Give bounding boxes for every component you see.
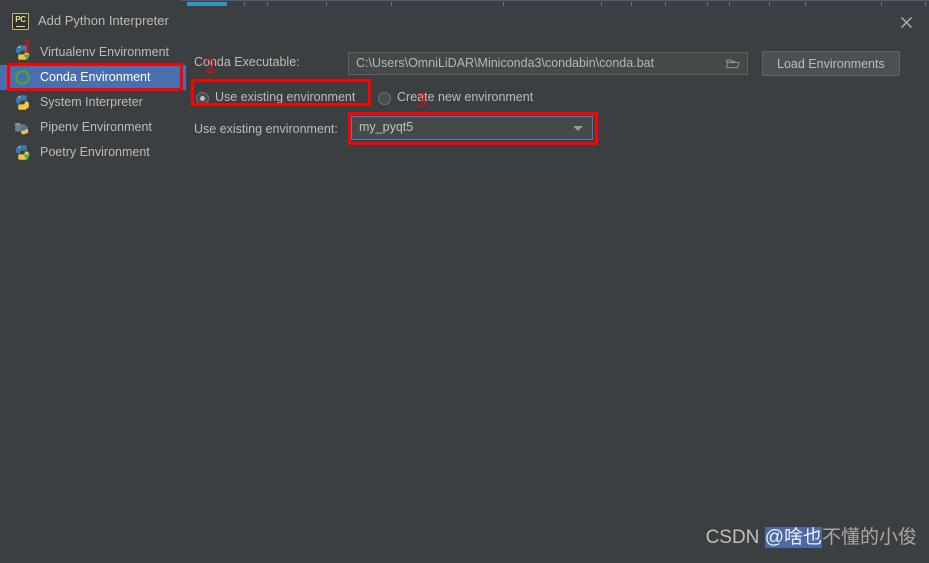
close-icon[interactable] <box>893 10 919 34</box>
use-existing-environment-radio[interactable]: Use existing environment <box>196 90 355 105</box>
add-python-interpreter-dialog: PC Add Python Interpreter Virtualenv Env… <box>0 6 929 563</box>
dialog-titlebar: PC Add Python Interpreter <box>0 6 929 36</box>
watermark-handle-rest: 不懂的小俊 <box>821 527 917 548</box>
radio-label[interactable]: Use existing environment <box>215 90 355 104</box>
sidebar-item-conda-environment[interactable]: Conda Environment <box>0 65 186 90</box>
radio-indicator[interactable] <box>196 92 209 105</box>
load-environments-button[interactable]: Load Environments <box>762 51 900 76</box>
conda-circle-icon <box>14 69 31 86</box>
folder-open-icon[interactable] <box>726 58 741 70</box>
sidebar-item-label: Virtualenv Environment <box>40 45 170 59</box>
radio-label[interactable]: Create new environment <box>397 90 533 104</box>
sidebar-item-label: Poetry Environment <box>40 145 150 159</box>
interpreter-type-list[interactable]: Virtualenv Environment Conda Environment… <box>0 40 186 165</box>
watermark-handle-highlight: @啥也 <box>764 527 822 548</box>
csdn-watermark: CSDN @啥也不懂的小俊 <box>706 522 917 549</box>
sidebar-item-label: Pipenv Environment <box>40 120 152 134</box>
python-virtualenv-icon <box>14 44 31 61</box>
radio-indicator[interactable] <box>378 92 391 105</box>
sidebar-item-system-interpreter[interactable]: System Interpreter <box>0 90 186 115</box>
conda-executable-label: Conda Executable: <box>194 55 300 69</box>
sidebar-item-poetry-environment[interactable]: Poetry Environment <box>0 140 186 165</box>
sidebar-item-virtualenv-environment[interactable]: Virtualenv Environment <box>0 40 186 65</box>
use-existing-environment-label: Use existing environment: <box>194 122 338 136</box>
create-new-environment-radio[interactable]: Create new environment <box>378 90 533 105</box>
chevron-down-icon[interactable] <box>573 126 583 131</box>
conda-executable-value: C:\Users\OmniLiDAR\Miniconda3\condabin\c… <box>356 56 655 70</box>
conda-executable-input[interactable]: C:\Users\OmniLiDAR\Miniconda3\condabin\c… <box>348 52 748 75</box>
watermark-prefix: CSDN <box>705 527 765 548</box>
sidebar-item-label: System Interpreter <box>40 95 143 109</box>
sidebar-item-label: Conda Environment <box>40 70 151 84</box>
environment-combobox[interactable]: my_pyqt5 <box>351 116 593 140</box>
environment-combobox-value: my_pyqt5 <box>359 120 414 134</box>
python-poetry-icon <box>14 144 31 161</box>
dialog-title: Add Python Interpreter <box>38 13 169 28</box>
pipenv-folder-icon <box>14 119 31 136</box>
sidebar-item-pipenv-environment[interactable]: Pipenv Environment <box>0 115 186 140</box>
python-icon <box>14 94 31 111</box>
pycharm-icon: PC <box>12 13 29 30</box>
